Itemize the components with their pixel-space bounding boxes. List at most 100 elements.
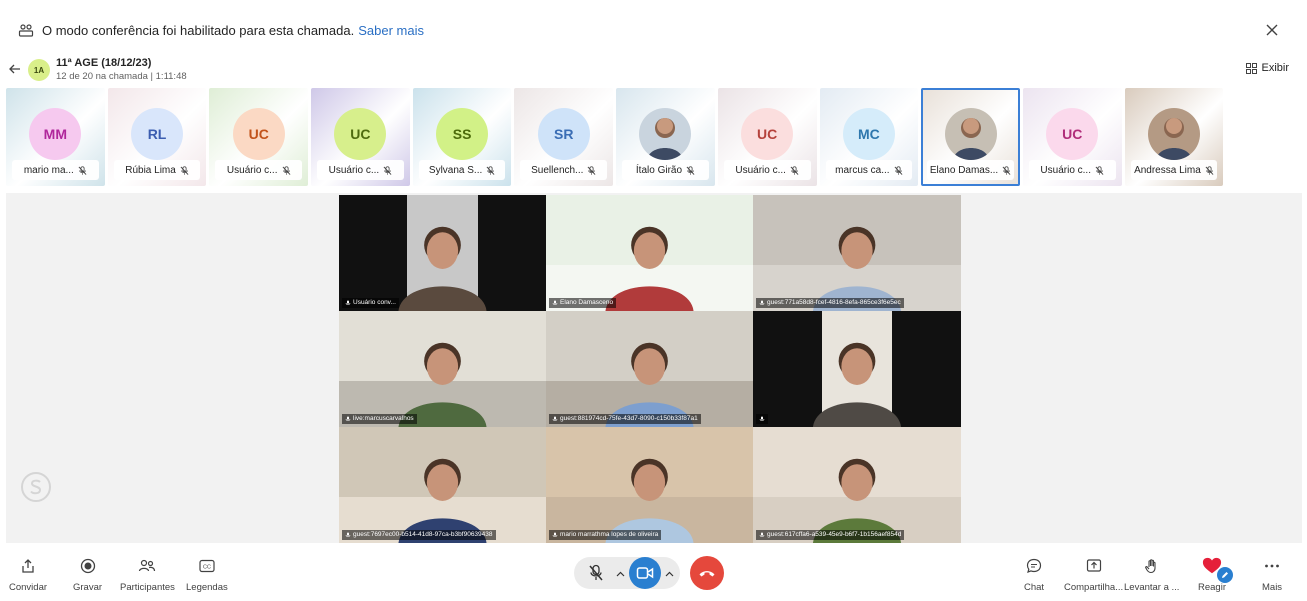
participant-tile[interactable]: Andressa Lima [1124,88,1224,186]
video-tile[interactable]: guest:771a58d8-fcef-4816-8efa-865ce3f6e5… [753,195,961,311]
participant-tile[interactable]: Ítalo Girão [616,88,715,186]
participant-tile[interactable]: RL Rúbia Lima [107,88,207,186]
video-name-label: guest:771a58d8-fcef-4816-8efa-865ce3f6e5… [756,298,904,308]
video-name: guest:617cffa6-a539-45e9-b6f7-1b156aef85… [767,531,902,538]
mic-off-icon [486,165,495,175]
participant-tile[interactable]: MM mario ma... [6,88,105,186]
video-button[interactable] [629,557,661,589]
participant-tile[interactable]: UC Usuário c... [209,88,309,186]
participant-tile[interactable]: MC marcus ca... [819,88,919,186]
video-tile[interactable] [753,311,961,427]
mic-off-icon [383,165,392,175]
participant-name-chip: Elano Damas... [927,160,1014,180]
participant-avatar: UC [232,108,285,160]
more-label: Mais [1262,582,1283,593]
video-name: Elano Damasceno [560,299,614,306]
person-silhouette [605,226,694,311]
participant-name: Suellench... [531,164,584,176]
hang-up-button[interactable] [690,556,724,590]
raise-hand-icon [1142,556,1162,576]
mic-off-icon [589,564,603,581]
participant-avatar: UC [741,108,794,160]
participant-name-chip: Andressa Lima [1130,160,1218,180]
video-tile[interactable]: live:marcuscarvalhos [339,311,546,427]
participant-tile[interactable]: UC Usuário c... [311,88,410,186]
conference-icon [18,22,34,38]
person-silhouette [812,458,902,543]
participant-name: Usuário c... [735,164,786,176]
captions-icon: CC [197,556,217,576]
call-title: 11ª AGE (18/12/23) [56,57,152,69]
mic-off-icon [1205,165,1214,175]
participant-tile[interactable]: SS Sylvana S... [412,88,512,186]
hang-up-icon [699,571,715,577]
video-chevron-icon[interactable] [665,564,674,582]
video-tile[interactable]: guest:881974cd-75fe-43d7-8090-c150b33f87… [546,311,753,427]
mic-icon [345,300,351,305]
participant-strip: MM mario ma... RL Rúbia Lima UC Usuário c... U… [6,88,1302,186]
participant-tile[interactable]: SR Suellench... [514,88,614,186]
mic-icon [552,416,558,421]
mic-icon [345,532,351,537]
close-icon[interactable] [1263,21,1281,39]
video-name-label: mario marrathma lopes de oliveira [549,530,662,540]
participant-tile[interactable]: UC Usuário c... [1022,88,1122,186]
pencil-badge-icon [1217,567,1233,583]
heart-reaction-icon [1202,556,1233,583]
mic-off-button[interactable] [580,557,612,589]
mic-off-icon [282,165,291,175]
call-subtitle: 12 de 20 na chamada | 1:11:48 [56,71,187,82]
share-upload-icon [18,556,38,576]
video-name-label: guest:881974cd-75fe-43d7-8090-c150b33f87… [549,414,701,424]
participant-name-chip: mario ma... [12,160,99,180]
participant-avatar: MM [29,108,82,160]
chat-button[interactable]: Chat [1024,556,1044,593]
participant-name-chip: Sylvana S... [418,160,506,180]
participant-tile[interactable]: Elano Damas... [921,88,1020,186]
raise-hand-button[interactable]: Levantar a ... [1124,556,1179,593]
captions-button[interactable]: CC Legendas [186,556,228,593]
skype-logo-icon [21,472,51,502]
participant-avatar: RL [131,108,184,160]
view-button[interactable]: Exibir [1246,62,1289,74]
react-button[interactable]: Reagir [1198,556,1233,593]
share-screen-icon [1084,556,1104,576]
learn-more-link[interactable]: Saber mais [358,23,424,38]
video-tile[interactable]: guest:617cffa6-a539-45e9-b6f7-1b156aef85… [753,427,961,543]
invite-button[interactable]: Convidar [9,556,47,593]
participant-tile[interactable]: UC Usuário c... [717,88,817,186]
call-toolbar: Convidar Gravar Participantes CC Legenda… [0,548,1307,601]
participants-button[interactable]: Participantes [120,556,175,593]
conference-mode-notice: O modo conferência foi habilitado para e… [0,10,1307,50]
video-tile[interactable]: guest:7697ec00-b514-41d8-97ca-b3bf906394… [339,427,546,543]
back-arrow-icon[interactable] [8,62,22,76]
video-tile[interactable]: mario marrathma lopes de oliveira [546,427,753,543]
share-screen-button[interactable]: Compartilha... [1064,556,1123,593]
mic-chevron-icon[interactable] [616,564,625,582]
mic-off-icon [78,165,87,175]
person-silhouette [812,342,902,427]
raise-hand-label: Levantar a ... [1124,582,1180,593]
participant-name-chip: marcus ca... [825,160,913,180]
person-silhouette [398,226,487,311]
mic-icon [552,532,558,537]
video-grid: Usuário conv... Elano Damasceno guest:771a… [339,195,961,543]
captions-label: Legendas [186,582,228,593]
video-name: guest:881974cd-75fe-43d7-8090-c150b33f87… [560,415,698,422]
person-silhouette [605,342,694,427]
video-tile[interactable]: Elano Damasceno [546,195,753,311]
person-silhouette [398,458,487,543]
mic-off-icon [686,165,695,175]
video-name: guest:771a58d8-fcef-4816-8efa-865ce3f6e5… [767,299,901,306]
more-button[interactable]: Mais [1262,556,1282,593]
video-tile[interactable]: Usuário conv... [339,195,546,311]
mic-off-icon [180,165,189,175]
participant-name: Usuário c... [328,164,380,176]
group-avatar: 1A [28,59,50,81]
record-button[interactable]: Gravar [73,556,102,593]
participant-name-chip: Ítalo Girão [622,160,709,180]
mic-video-group [574,557,680,589]
video-name: Usuário conv... [353,299,396,306]
video-name: guest:7697ec00-b514-41d8-97ca-b3bf906394… [353,531,493,538]
participant-photo [639,108,692,160]
